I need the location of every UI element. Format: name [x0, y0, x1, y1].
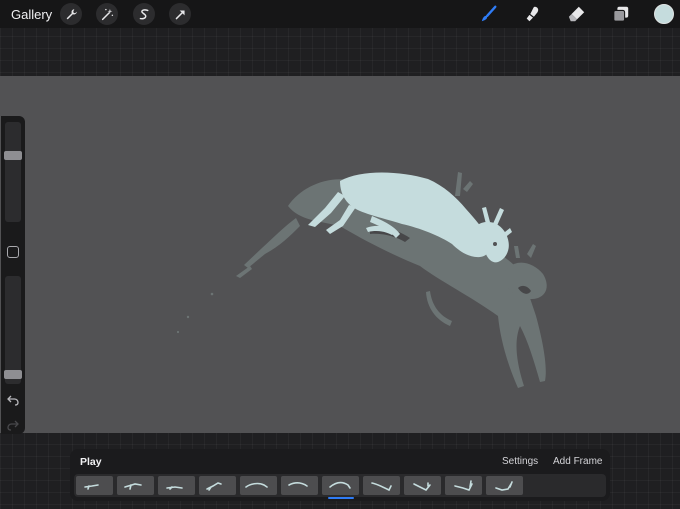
frame-thumbnail	[124, 483, 142, 490]
brush-icon	[481, 5, 497, 22]
layers-icon	[613, 6, 629, 22]
animation-frame[interactable]	[281, 476, 318, 495]
color-swatch-button[interactable]	[654, 4, 674, 24]
eraser-icon	[568, 6, 585, 22]
gallery-button[interactable]: Gallery	[11, 7, 52, 22]
brush-size-handle[interactable]	[4, 151, 22, 161]
brush-size-slider[interactable]	[5, 122, 21, 222]
frame-thumbnail	[206, 482, 222, 491]
animation-frame[interactable]	[117, 476, 154, 495]
magic-wand-icon	[101, 8, 113, 20]
left-sidebar	[1, 116, 25, 434]
modify-button[interactable]	[7, 246, 19, 258]
deer-eye	[493, 242, 497, 246]
frame-thumbnail	[84, 484, 99, 490]
opacity-slider[interactable]	[5, 276, 21, 384]
selected-frame-indicator	[327, 497, 354, 499]
animation-frame[interactable]	[445, 476, 482, 495]
brush-tool-button[interactable]	[479, 4, 499, 24]
wrench-icon	[66, 8, 77, 19]
layers-button[interactable]	[611, 4, 631, 24]
animation-frame[interactable]	[404, 476, 441, 495]
play-button[interactable]: Play	[80, 456, 102, 468]
frame-thumbnail	[454, 480, 473, 491]
animation-frame[interactable]	[486, 476, 523, 495]
eraser-tool-button[interactable]	[567, 4, 587, 24]
add-frame-button[interactable]: Add Frame	[553, 456, 602, 467]
top-toolbar: Gallery	[0, 0, 680, 28]
frames-timeline	[74, 474, 606, 497]
frame-thumbnail	[413, 482, 431, 492]
opacity-handle[interactable]	[4, 370, 22, 380]
frame-thumbnail	[288, 482, 308, 487]
animation-frame[interactable]	[363, 476, 400, 495]
redo-icon	[7, 420, 19, 431]
actions-button[interactable]	[60, 3, 82, 25]
animation-frame[interactable]	[322, 476, 359, 495]
animation-frame[interactable]	[76, 476, 113, 495]
transform-icon	[175, 9, 185, 19]
transform-button[interactable]	[169, 3, 191, 25]
frame-thumbnail	[495, 481, 513, 491]
frame-thumbnail	[245, 482, 268, 488]
smudge-tool-button[interactable]	[523, 4, 543, 24]
canvas-artwork	[176, 172, 547, 388]
animation-assist-panel: Play Settings Add Frame	[70, 449, 610, 501]
animation-frame[interactable]	[199, 476, 236, 495]
selection-icon	[139, 8, 148, 19]
smudge-icon	[526, 6, 539, 22]
settings-button[interactable]: Settings	[502, 456, 538, 467]
frame-thumbnail	[329, 481, 351, 489]
animation-frame[interactable]	[158, 476, 195, 495]
animation-frame[interactable]	[240, 476, 277, 495]
adjustments-button[interactable]	[96, 3, 118, 25]
drawing-canvas[interactable]	[0, 76, 680, 433]
undo-button[interactable]	[6, 393, 20, 407]
frame-thumbnail	[371, 482, 392, 492]
redo-button[interactable]	[6, 418, 20, 432]
undo-icon	[7, 395, 19, 406]
selection-button[interactable]	[133, 3, 155, 25]
frame-thumbnail	[166, 486, 183, 490]
